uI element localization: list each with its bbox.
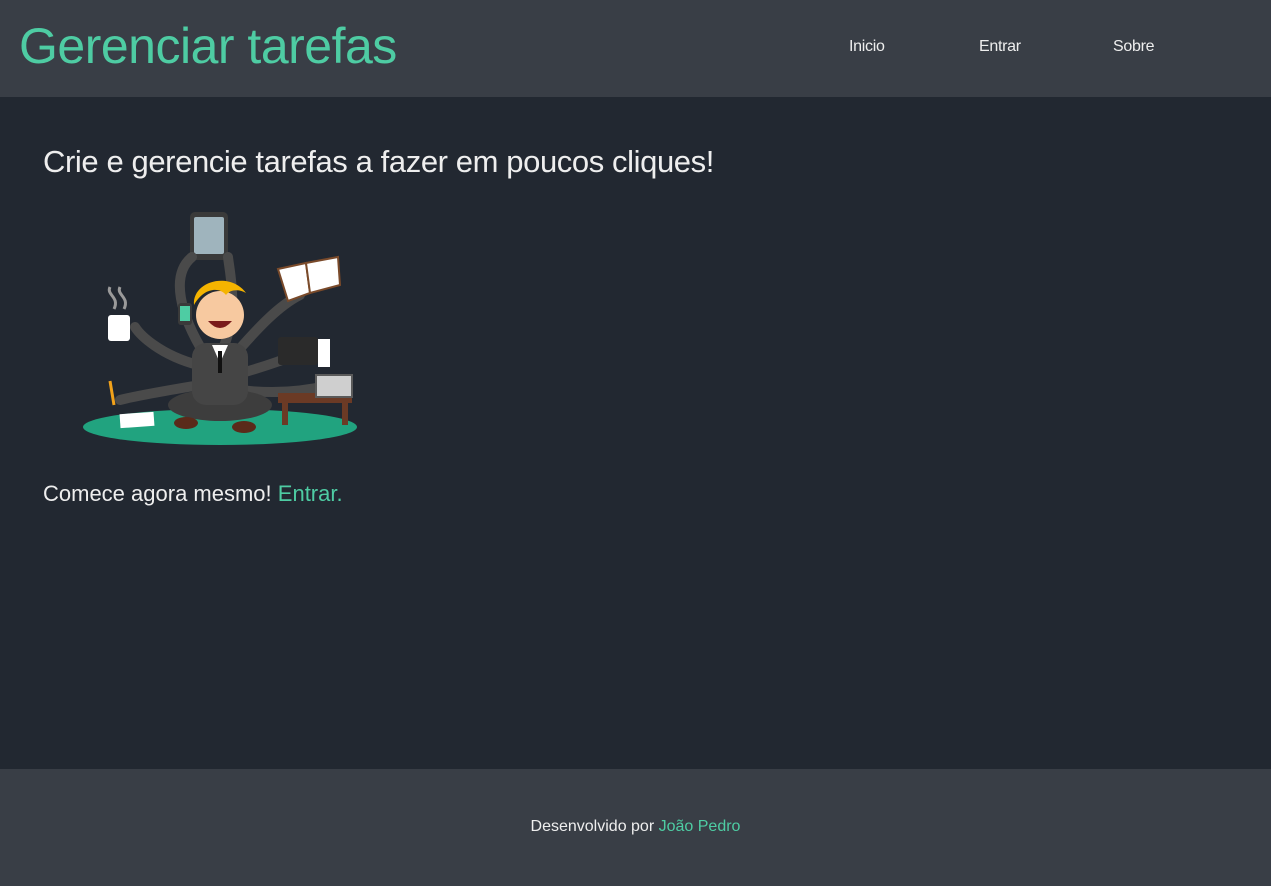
footer-prefix: Desenvolvido por [530, 818, 655, 835]
cta-login-link[interactable]: Entrar. [278, 481, 343, 506]
footer-credit: Desenvolvido por João Pedro [0, 817, 1271, 837]
brand-title[interactable]: Gerenciar tarefas [19, 14, 397, 78]
site-footer: Desenvolvido por João Pedro [0, 769, 1271, 886]
cta-line: Comece agora mesmo! Entrar. [43, 480, 343, 508]
main-content: Crie e gerencie tarefas a fazer em pouco… [0, 97, 1271, 769]
multitasking-businessman-illustration [83, 212, 357, 445]
site-header: Gerenciar tarefas Inicio Entrar Sobre [0, 0, 1271, 97]
footer-author-link[interactable]: João Pedro [659, 818, 741, 835]
nav-link-sobre[interactable]: Sobre [1113, 36, 1155, 58]
nav-link-inicio[interactable]: Inicio [849, 36, 885, 58]
nav-link-entrar[interactable]: Entrar [979, 36, 1021, 58]
page-headline: Crie e gerencie tarefas a fazer em pouco… [43, 144, 714, 179]
cta-text: Comece agora mesmo! [43, 481, 272, 506]
